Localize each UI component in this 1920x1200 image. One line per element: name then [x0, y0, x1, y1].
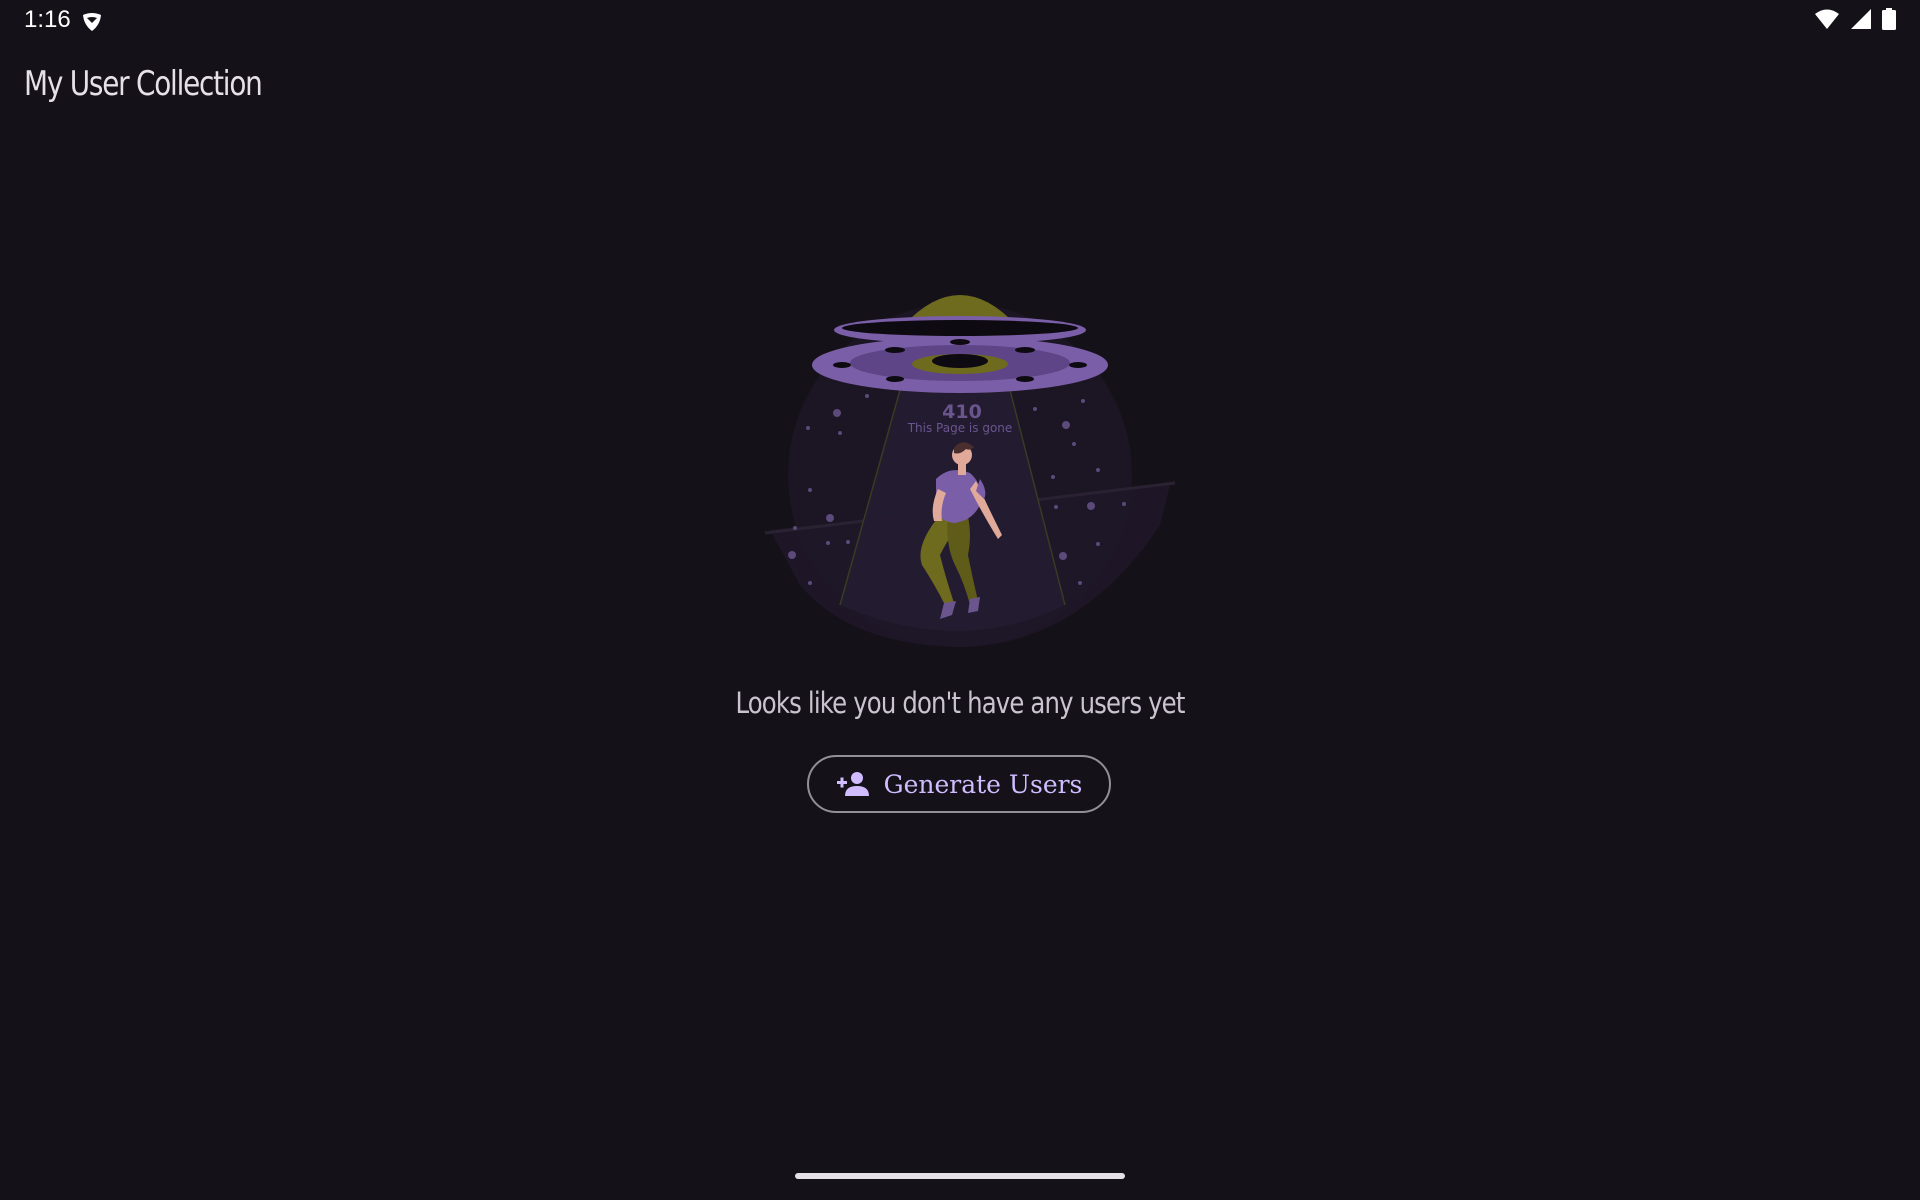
person-add-icon	[836, 772, 869, 796]
wifi-icon	[1815, 9, 1839, 29]
generate-users-label: Generate Users	[883, 769, 1083, 799]
shield-notification-icon	[83, 13, 101, 31]
battery-icon	[1882, 8, 1896, 30]
error-code-text: 410	[942, 401, 982, 423]
home-gesture-handle[interactable]	[795, 1173, 1125, 1179]
ufo-abduction-illustration: 410 This Page is gone	[764, 295, 1176, 647]
status-time: 1:16	[24, 6, 71, 33]
page-title: My User Collection	[24, 64, 263, 104]
error-caption-text: This Page is gone	[907, 421, 1013, 435]
cellular-signal-icon	[1851, 9, 1871, 29]
app-screen: 1:16 My User Collection 410 This Page is…	[0, 0, 1920, 1200]
generate-users-button[interactable]: Generate Users	[807, 755, 1111, 813]
status-icons	[1814, 8, 1896, 30]
empty-state-message: Looks like you don't have any users yet	[735, 686, 1185, 720]
status-bar: 1:16	[0, 0, 1920, 44]
